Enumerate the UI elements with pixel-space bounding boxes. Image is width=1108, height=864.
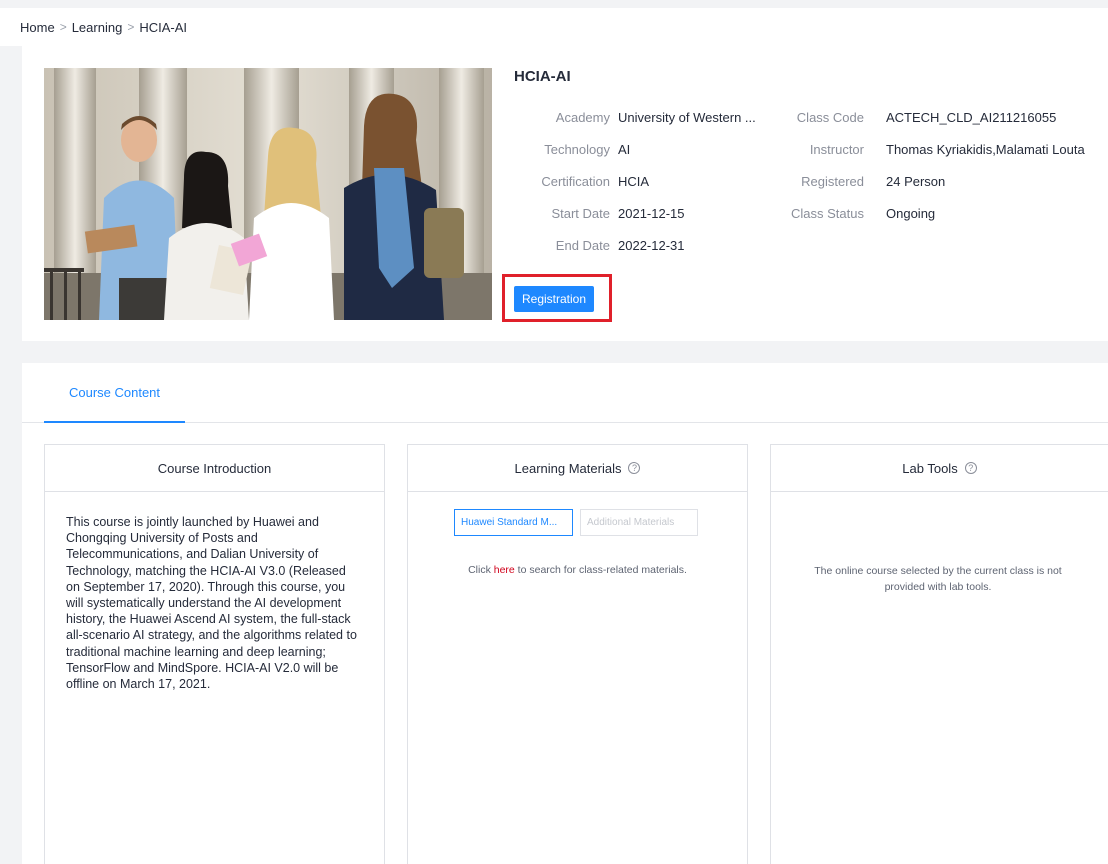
course-introduction-panel: Course Introduction This course is joint… (44, 444, 385, 864)
field-instructor: Instructor Thomas Kyriakidis,Malamati Lo… (782, 140, 1108, 160)
registration-highlight-box: Registration (502, 274, 612, 322)
learning-materials-panel: Learning Materials ? Huawei Standard M..… (407, 444, 748, 864)
breadcrumb-home[interactable]: Home (20, 20, 55, 35)
learning-materials-header: Learning Materials ? (408, 445, 747, 492)
registration-button[interactable]: Registration (514, 286, 594, 312)
instructor-value: Thomas Kyriakidis,Malamati Louta (886, 142, 1085, 157)
huawei-standard-materials-button[interactable]: Huawei Standard M... (454, 509, 573, 536)
technology-label: Technology (544, 142, 610, 157)
end-date-value: 2022-12-31 (618, 238, 685, 253)
course-introduction-text: This course is jointly launched by Huawe… (66, 515, 357, 692)
hint-after-text: to search for class-related materials. (514, 564, 687, 576)
breadcrumb-learning[interactable]: Learning (72, 20, 123, 35)
class-status-value: Ongoing (886, 206, 936, 221)
learning-materials-title: Learning Materials (514, 460, 622, 476)
field-academy: Academy University of Western ... (514, 108, 774, 128)
class-status-label: Class Status (791, 206, 864, 221)
field-end-date: End Date 2022-12-31 (514, 236, 774, 256)
lab-tools-header: Lab Tools ? (771, 445, 1108, 492)
field-class-status: Class Status Ongoing (782, 204, 1108, 224)
field-certification: Certification HCIA (514, 172, 774, 192)
registered-label: Registered (801, 174, 864, 189)
materials-search-hint: Click here to search for class-related m… (408, 564, 747, 576)
lab-tools-panel: Lab Tools ? The online course selected b… (770, 444, 1108, 864)
class-code-value: ACTECH_CLD_AI211216055 (886, 110, 1057, 125)
start-date-value: 2021-12-15 (618, 206, 685, 221)
lab-tools-title: Lab Tools (902, 460, 958, 476)
breadcrumb: Home > Learning > HCIA-AI (0, 8, 1108, 46)
hint-before-text: Click (468, 564, 494, 576)
course-introduction-title: Course Introduction (157, 460, 272, 476)
instructor-label: Instructor (809, 142, 864, 157)
field-registered: Registered 24 Person (782, 172, 1108, 192)
lab-tools-empty-message: The online course selected by the curren… (814, 565, 1062, 593)
field-start-date: Start Date 2021-12-15 (514, 204, 774, 224)
tab-bar: Course Content (22, 363, 1108, 423)
course-title: HCIA-AI (514, 68, 571, 85)
class-code-label: Class Code (796, 110, 864, 125)
material-type-buttons: Huawei Standard M... Additional Material… (454, 509, 698, 536)
students-photo (44, 68, 492, 320)
help-circle-icon[interactable]: ? (628, 462, 641, 474)
chevron-right-icon: > (127, 20, 135, 34)
additional-materials-button[interactable]: Additional Materials (580, 509, 698, 536)
end-date-label: End Date (555, 238, 610, 253)
help-circle-icon[interactable]: ? (964, 462, 977, 474)
course-cover-image (44, 68, 492, 320)
field-technology: Technology AI (514, 140, 774, 160)
breadcrumb-current: HCIA-AI (139, 19, 187, 35)
course-content-card: Course Content Course Introduction This … (22, 363, 1108, 864)
registered-value: 24 Person (886, 174, 946, 189)
chevron-right-icon: > (59, 20, 67, 34)
certification-label: Certification (541, 174, 610, 189)
field-class-code: Class Code ACTECH_CLD_AI211216055 (782, 108, 1108, 128)
course-header-card: HCIA-AI Academy University of Western ..… (22, 46, 1108, 341)
page: Home > Learning > HCIA-AI HCIA-AI Academ… (0, 0, 1108, 864)
here-link[interactable]: here (494, 564, 515, 576)
course-introduction-header: Course Introduction (45, 445, 384, 492)
certification-value: HCIA (618, 174, 650, 189)
technology-value: AI (618, 142, 631, 157)
tab-course-content[interactable]: Course Content (44, 363, 185, 423)
academy-label: Academy (555, 110, 610, 125)
start-date-label: Start Date (551, 206, 610, 221)
academy-value: University of Western ... (618, 110, 756, 125)
